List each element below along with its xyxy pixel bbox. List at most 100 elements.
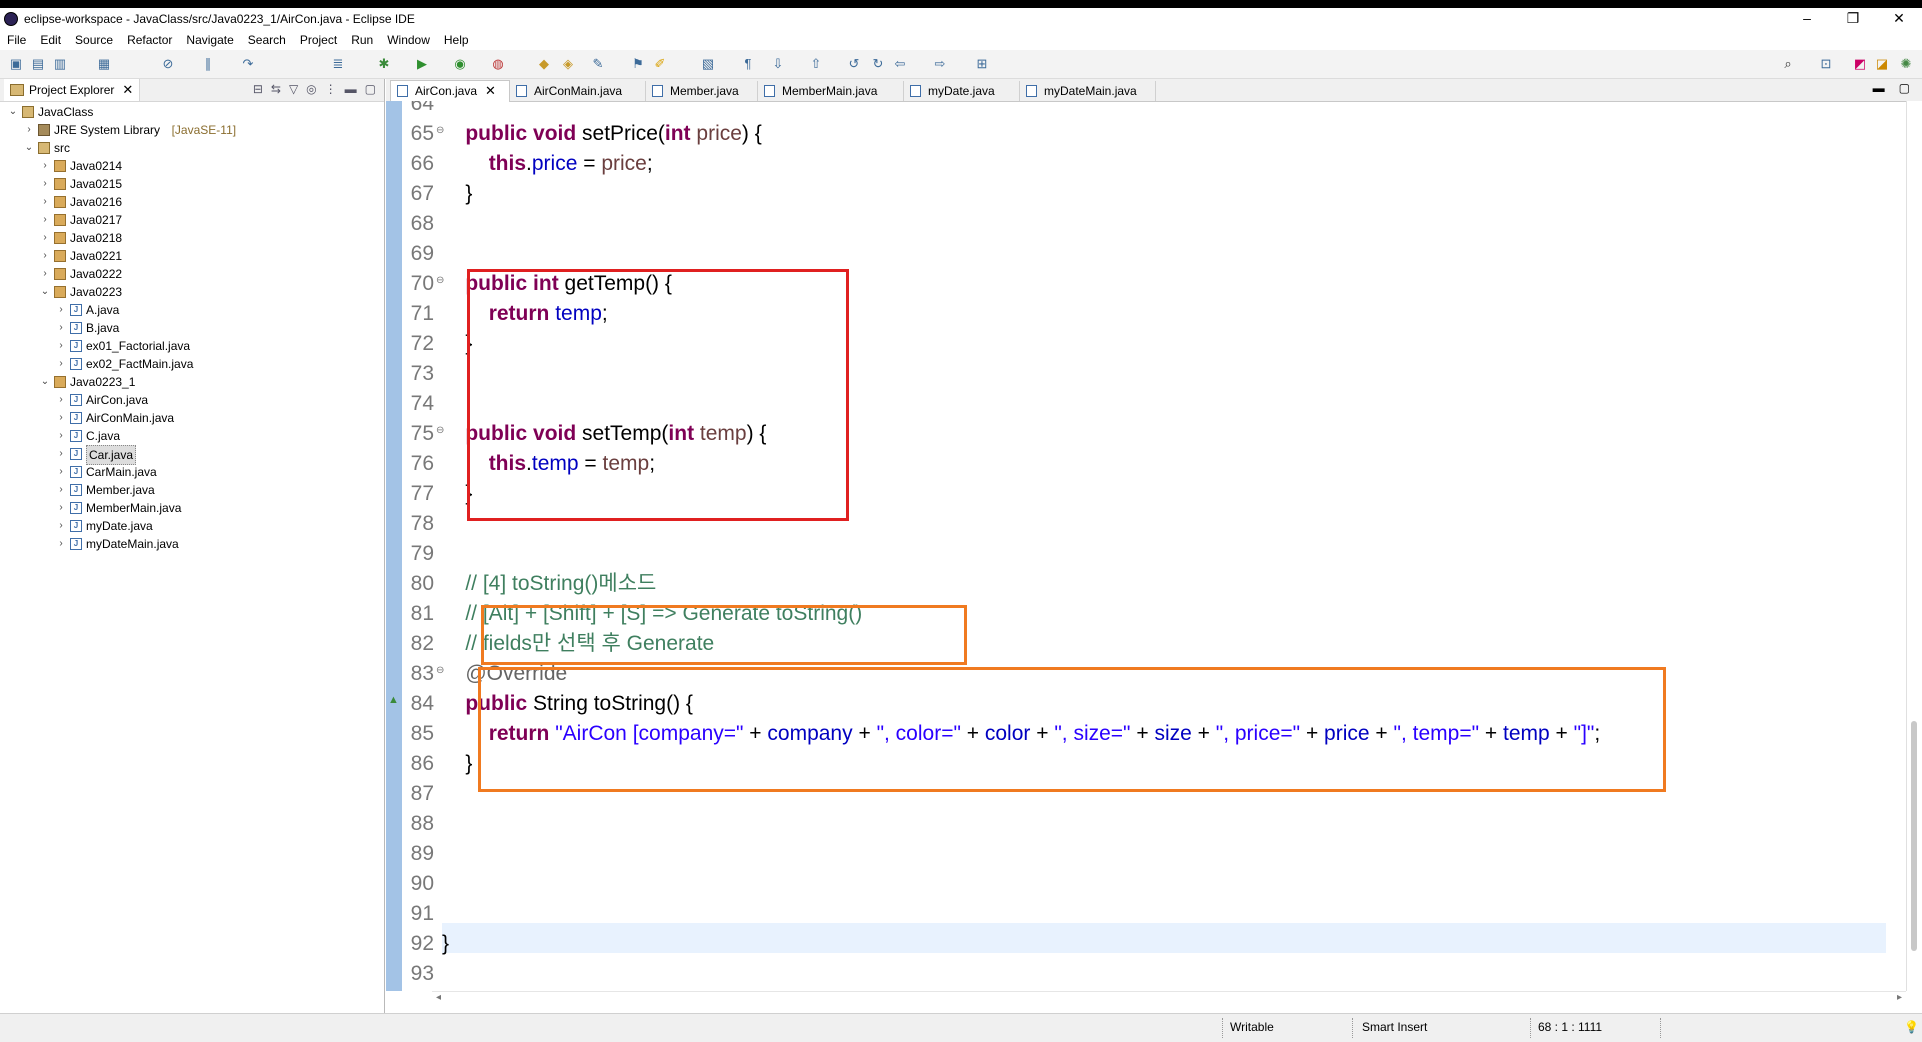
chevron-right-icon[interactable]: › [56, 355, 66, 373]
minimize-editor-icon[interactable]: ▬ [1873, 81, 1885, 95]
minimize-button[interactable]: – [1784, 8, 1830, 30]
menu-navigate[interactable]: Navigate [179, 33, 240, 47]
tree-item[interactable]: › Jex01_Factorial.java [0, 337, 384, 355]
build-icon[interactable]: ≣ [330, 56, 346, 72]
focus-icon[interactable]: ◎ [306, 82, 316, 96]
vertical-scrollbar[interactable] [1906, 101, 1922, 991]
tree-item[interactable]: › Java0215 [0, 175, 384, 193]
menu-search[interactable]: Search [241, 33, 293, 47]
new-java-project-icon[interactable]: ◆ [536, 56, 552, 72]
tree-item[interactable]: › Java0221 [0, 247, 384, 265]
prev-annotation-icon[interactable]: ⇧ [808, 56, 824, 72]
chevron-down-icon[interactable]: ⌄ [24, 139, 34, 157]
chevron-right-icon[interactable]: › [40, 211, 50, 229]
chevron-right-icon[interactable]: › [56, 445, 66, 463]
chevron-right-icon[interactable]: › [56, 499, 66, 517]
toggle-block-icon[interactable]: ▧ [700, 56, 716, 72]
tree-item[interactable]: › JmyDateMain.java [0, 535, 384, 553]
view-menu-icon[interactable]: ⋮ [325, 82, 337, 96]
override-marker-icon[interactable]: ▲ [388, 689, 399, 711]
tree-item[interactable]: › J A.java [0, 301, 384, 319]
close-window-button[interactable]: ✕ [1876, 8, 1922, 30]
menu-window[interactable]: Window [380, 33, 437, 47]
chevron-right-icon[interactable]: › [40, 247, 50, 265]
tree-item[interactable]: ⌄ JavaClass [0, 103, 384, 121]
menu-help[interactable]: Help [437, 33, 476, 47]
chevron-right-icon[interactable]: › [56, 463, 66, 481]
new-icon[interactable]: ▣ [8, 56, 24, 72]
tree-item[interactable]: › Java0222 [0, 265, 384, 283]
menu-source[interactable]: Source [68, 33, 120, 47]
editor-tab[interactable]: Member.java [646, 81, 758, 101]
tree-item[interactable]: › J AirCon.java [0, 391, 384, 409]
chevron-down-icon[interactable]: ⌄ [40, 283, 50, 301]
skip-breakpoints-icon[interactable]: ⊘ [160, 56, 176, 72]
tip-lightbulb-icon[interactable]: 💡 [1904, 1020, 1919, 1034]
forward-icon[interactable]: ⇨ [932, 56, 948, 72]
back-icon[interactable]: ⇦ [892, 56, 908, 72]
last-edit-icon[interactable]: ↺ [846, 56, 862, 72]
highlight-icon[interactable]: ✐ [652, 56, 668, 72]
chevron-right-icon[interactable]: › [40, 193, 50, 211]
java-perspective-icon[interactable]: ◪ [1874, 56, 1890, 72]
debug-perspective-icon[interactable]: ✺ [1898, 56, 1914, 72]
chevron-right-icon[interactable]: › [56, 301, 66, 319]
close-icon[interactable]: ✕ [122, 82, 133, 98]
editor-tab[interactable]: MemberMain.java [758, 81, 904, 101]
tree-item[interactable]: ⌄ Java0223 [0, 283, 384, 301]
tree-item[interactable]: › Jex02_FactMain.java [0, 355, 384, 373]
chevron-right-icon[interactable]: › [40, 175, 50, 193]
tree-item[interactable]: › J CarMain.java [0, 463, 384, 481]
chevron-right-icon[interactable]: › [40, 157, 50, 175]
tree-item[interactable]: › J C.java [0, 427, 384, 445]
chevron-right-icon[interactable]: › [56, 337, 66, 355]
maximize-editor-icon[interactable]: ▢ [1899, 81, 1910, 95]
java-ee-perspective-icon[interactable]: ◩ [1852, 56, 1868, 72]
link-with-editor-icon[interactable]: ⇆ [271, 82, 281, 96]
scrollbar-thumb[interactable] [1911, 721, 1917, 951]
tree-item[interactable]: ⌄ Java0223_1 [0, 373, 384, 391]
collapse-all-icon[interactable]: ⊟ [253, 82, 263, 96]
chevron-down-icon[interactable]: ⌄ [8, 103, 18, 121]
chevron-right-icon[interactable]: › [56, 535, 66, 553]
chevron-right-icon[interactable]: › [56, 481, 66, 499]
chevron-right-icon[interactable]: › [56, 319, 66, 337]
editor-tab[interactable]: AirCon.java ✕ [390, 80, 510, 102]
tree-item[interactable]: › J Car.java [0, 445, 384, 465]
editor-tab[interactable]: myDateMain.java [1020, 81, 1156, 101]
tree-item[interactable]: › Java0216 [0, 193, 384, 211]
tree-item[interactable]: › J MemberMain.java [0, 499, 384, 517]
chevron-down-icon[interactable]: ⌄ [40, 373, 50, 391]
chevron-right-icon[interactable]: › [24, 121, 34, 139]
search-tool-icon[interactable]: ✎ [590, 56, 606, 72]
filter-icon[interactable]: ▽ [289, 82, 298, 96]
search-icon[interactable]: ⌕ [1780, 56, 1796, 72]
tree-item[interactable]: › Java0218 [0, 229, 384, 247]
open-perspective-icon[interactable]: ⊡ [1818, 56, 1834, 72]
show-whitespace-icon[interactable]: ¶ [740, 56, 756, 72]
suspend-icon[interactable]: ∥ [200, 56, 216, 72]
run-icon[interactable]: ▶ [414, 56, 430, 72]
step-icon[interactable]: ↷ [240, 56, 256, 72]
save-all-icon[interactable]: ▥ [52, 56, 68, 72]
tree-item[interactable]: › Java0217 [0, 211, 384, 229]
debug-icon[interactable]: ✱ [376, 56, 392, 72]
annotation-icon[interactable]: ⚑ [630, 56, 646, 72]
coverage-icon[interactable]: ◉ [452, 56, 468, 72]
code-area[interactable]: 64 65 ⊖ public void setPrice(int price) {6… [386, 101, 1906, 991]
chevron-right-icon[interactable]: › [40, 265, 50, 283]
maximize-button[interactable]: ❐ [1830, 8, 1876, 30]
terminal-icon[interactable]: ▦ [96, 56, 112, 72]
tree-item[interactable]: ⌄ src [0, 139, 384, 157]
maximize-view-icon[interactable]: ▢ [365, 82, 376, 96]
tree-item[interactable]: › JRE System Library [JavaSE-11] [0, 121, 384, 139]
menu-file[interactable]: File [0, 33, 33, 47]
last-edit-forward-icon[interactable]: ↻ [870, 56, 886, 72]
project-explorer-tab[interactable]: Project Explorer ✕ [4, 79, 141, 101]
pin-editor-icon[interactable]: ⊞ [974, 56, 990, 72]
tree-item[interactable]: › J Member.java [0, 481, 384, 499]
menu-refactor[interactable]: Refactor [120, 33, 179, 47]
chevron-right-icon[interactable]: › [56, 517, 66, 535]
scroll-right-icon[interactable]: ▸ [1897, 992, 1902, 1003]
editor-tab[interactable]: AirConMain.java [510, 81, 646, 101]
